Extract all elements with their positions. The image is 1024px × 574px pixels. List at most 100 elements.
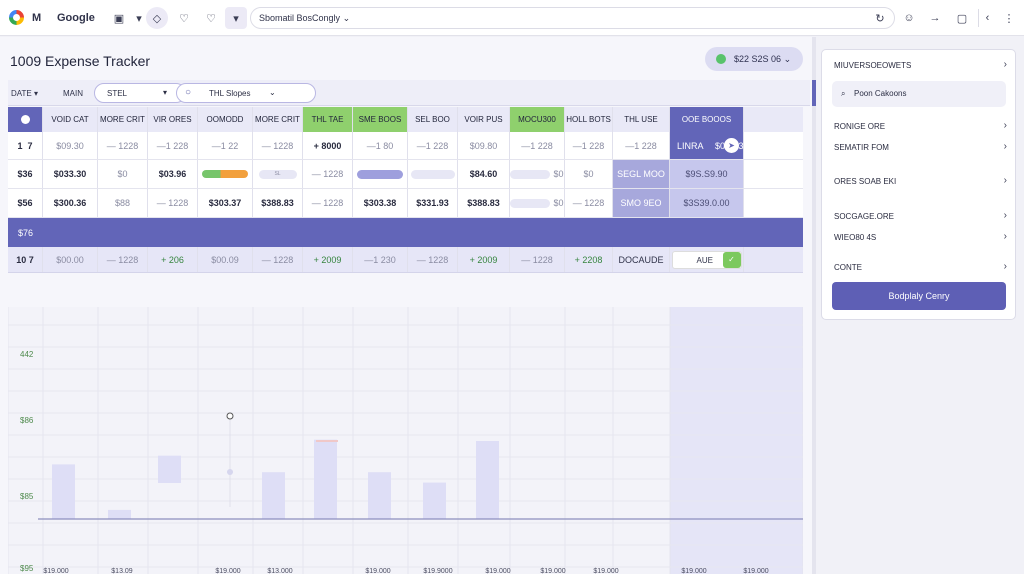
expense-chart: 442 $86 $85 $95 $19.000 $13.09 $19.000 $13.000 $… [7,307,804,574]
table-row[interactable]: $56 $300.36 $88 — 1228 $303.37 $388.83 —… [8,189,803,218]
y-tick-label: 442 [20,350,34,359]
back-icon[interactable]: ‹ [978,9,996,27]
side-item[interactable]: CONTE [834,263,862,272]
browser-toolbar: M Google ▣ ▾ ◇ ♡ ♡ ▾ Sbomatil BosCongly … [0,0,1024,36]
side-panel: MIUVERSOEOWETS › ⌕ Poon Cakoons RONIGE O… [821,49,1016,320]
chart-bar [52,464,75,519]
filter-bar: DATE ▾ MAIN STEL ▾ ○ THL Slopes ⌄ [8,80,810,106]
total-value: $22 S2S 06 ⌄ [734,54,792,64]
chevron-right-icon[interactable]: › [1004,261,1007,272]
scroll-indicator[interactable] [812,80,816,106]
chevron-right-icon[interactable]: › [1004,210,1007,221]
column-header[interactable]: VOIR PUS [458,107,510,132]
column-header[interactable]: SEL BOO [408,107,458,132]
chevron-right-icon[interactable]: › [1004,59,1007,70]
brand-label[interactable]: Google [57,12,95,24]
account-icon[interactable]: ☺ [900,9,918,27]
heart-icon[interactable]: ♡ [202,9,220,27]
tab-icon[interactable]: ▣ [110,9,128,27]
heart-icon[interactable]: ♡ [175,9,193,27]
column-header[interactable]: MORE CRIT [253,107,303,132]
x-tick-label: $19.000 [540,568,565,574]
primary-button[interactable]: Bodplaly Cenry [832,282,1006,310]
profile-initial[interactable]: M [32,12,41,24]
column-header[interactable]: THL TAE [303,107,353,132]
column-header[interactable]: SME BOOS [353,107,408,132]
category-select[interactable]: STEL ▾ [94,83,186,103]
chevron-right-icon[interactable]: › [1004,120,1007,131]
status-dot-icon [716,54,726,64]
chart-bar [423,482,446,519]
side-item[interactable]: RONIGE ORE [834,122,885,131]
total-dropdown[interactable]: $22 S2S 06 ⌄ [705,47,803,71]
table-header: VOID CAT MORE CRIT VIR ORES OOMODD MORE … [8,107,803,132]
check-icon: ✓ [722,251,741,268]
filter-icon[interactable]: ▾ [225,7,247,29]
chart-bar [476,441,499,519]
table-row[interactable]: 1 7 $09.30 — 1228 —1 228 —1 22 — 1228 + … [8,132,803,160]
chart-bar [368,472,391,519]
slopes-select[interactable]: ○ THL Slopes ⌄ [176,83,316,103]
progress-bar [198,160,253,188]
side-item[interactable]: WIEO80 4S [834,233,876,242]
side-item[interactable]: ORES SOAB EKI [834,177,896,186]
table-band-row[interactable]: $76 [8,218,803,247]
page-title: 1009 Expense Tracker [10,53,151,69]
chart-bar [262,472,285,519]
google-logo-icon[interactable] [9,10,24,25]
panel-divider [812,37,816,574]
column-header[interactable]: THL USE [613,107,670,132]
chart-bar [314,439,337,519]
column-header[interactable]: OOE BOOOS [670,107,744,132]
y-tick-label: $95 [20,564,34,573]
y-tick-label: $85 [20,492,34,501]
x-tick-label: $19.000 [215,568,240,574]
side-item[interactable]: SEMATIR FOM [834,143,889,152]
column-header[interactable]: MOCU300 [510,107,565,132]
forward-icon[interactable]: → [926,9,944,27]
x-tick-label: $19.000 [43,568,68,574]
x-tick-label: $19.000 [681,568,706,574]
x-tick-label: $19.000 [593,568,618,574]
x-tick-label: $13.09 [111,568,133,574]
select-all-checkbox[interactable] [8,107,43,132]
progress-bar [408,160,458,188]
address-bar[interactable]: Sbomatil BosCongly ⌄ ↻ [250,7,895,29]
chart-bar [108,509,131,519]
x-tick-label: $19.000 [485,568,510,574]
y-tick-label: $86 [20,416,34,425]
side-header: MIUVERSOEOWETS [834,61,912,70]
chart-bar [158,455,181,483]
chevron-right-icon[interactable]: › [1004,175,1007,186]
x-tick-label: $19.000 [743,568,768,574]
x-tick-label: $19.9000 [423,568,452,574]
search-icon: ⌕ [841,89,846,98]
table-row[interactable]: 10 7 $00.00 — 1228 + 206 $00.09 — 1228 +… [8,247,803,273]
table-row[interactable]: $36 $033.30 $0 $03.96 SL — 1228 $84.60 $… [8,160,803,189]
cursor-icon[interactable]: ➤ [724,138,739,153]
chart-svg: 442 $86 $85 $95 $19.000 $13.09 $19.000 $13.000 $… [7,307,804,574]
chevron-right-icon[interactable]: › [1004,231,1007,242]
x-tick-label: $13.000 [267,568,292,574]
progress-bar [353,160,408,188]
column-header[interactable]: OOMODD [198,107,253,132]
shield-icon[interactable]: ◇ [146,7,168,29]
data-point [226,412,234,420]
menu-icon[interactable]: ⋮ [1000,9,1018,27]
column-header[interactable]: VOID CAT [43,107,98,132]
column-header[interactable]: HOLL BOTS [565,107,613,132]
circle-icon: ○ [185,87,192,98]
date-filter[interactable]: DATE ▾ [11,89,38,98]
expense-tracker-app: 1009 Expense Tracker $22 S2S 06 ⌄ DATE ▾… [0,37,812,574]
column-header[interactable]: VIR ORES [148,107,198,132]
reload-icon[interactable]: ↻ [871,9,889,27]
address-text: Sbomatil BosCongly ⌄ [259,13,351,23]
column-header[interactable]: MORE CRIT [98,107,148,132]
tab-icon[interactable]: ▢ [953,9,971,27]
side-item[interactable]: SOCGAGE.ORE [834,212,894,221]
side-search-input[interactable]: ⌕ Poon Cakoons [832,81,1006,107]
data-point [227,469,233,475]
chevron-right-icon[interactable]: › [1004,141,1007,152]
main-label[interactable]: MAIN [63,89,83,98]
toggle-switch[interactable]: AUE ✓ [671,250,742,269]
